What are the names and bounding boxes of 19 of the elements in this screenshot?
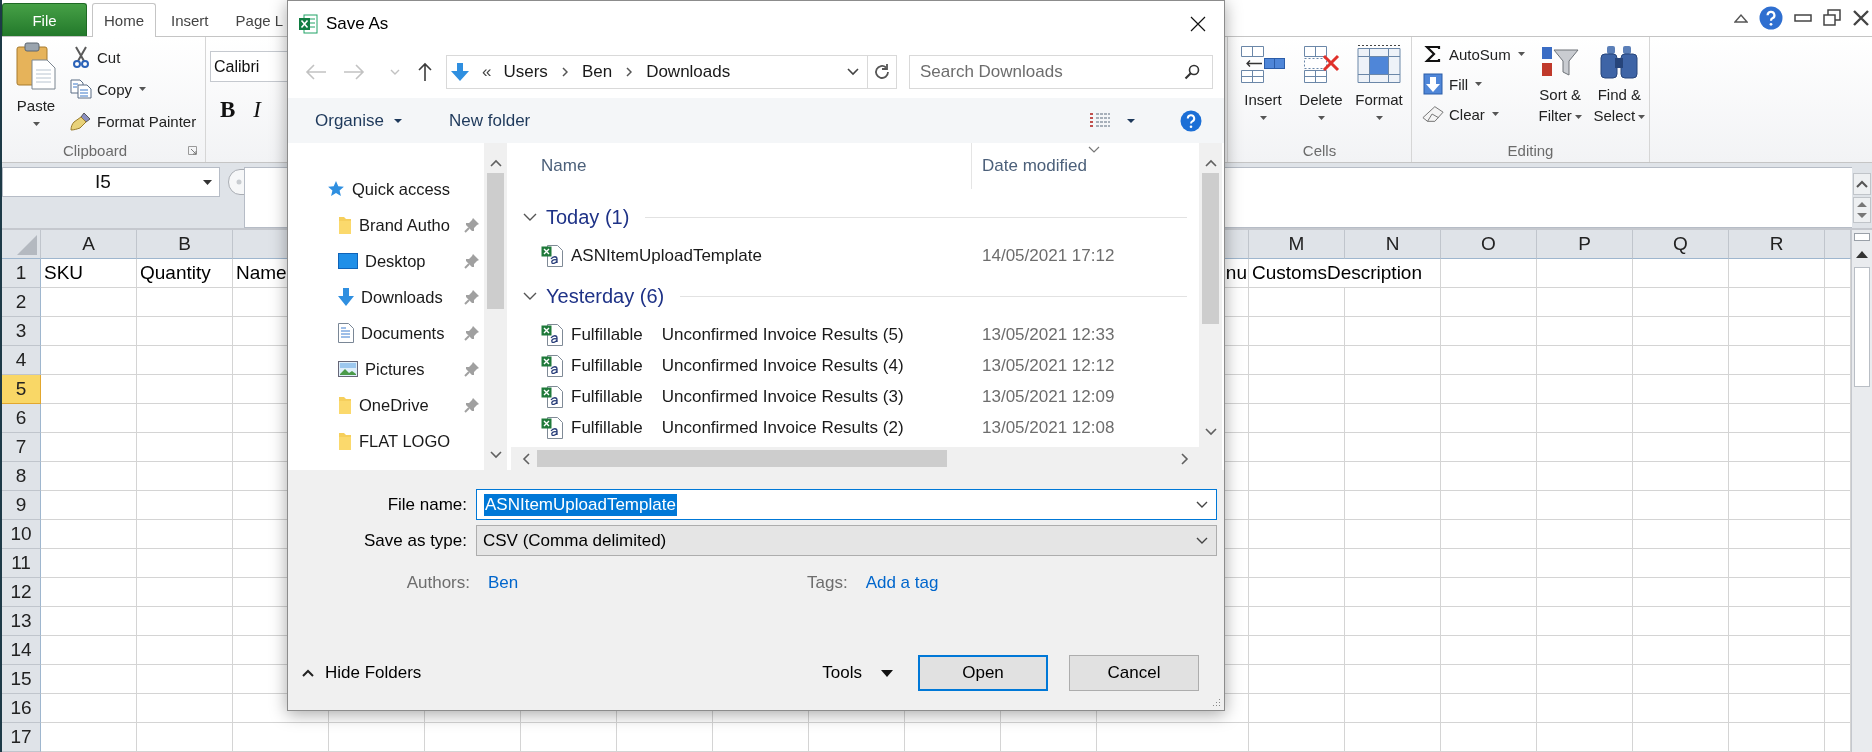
cell-text: SKU (43, 262, 84, 284)
file-date: 13/05/2021 12:12 (982, 355, 1115, 375)
field-label: Save as type: (363, 530, 467, 551)
field-label: Authors: (405, 572, 470, 593)
dialog-title: Save As (326, 13, 389, 34)
field-label: Tags: (807, 572, 848, 593)
group-label: Clipboard (62, 141, 128, 159)
cell-text: CustomsDescription (1251, 262, 1422, 284)
cell-text: nu (1225, 262, 1248, 284)
cell-text: Quantity (139, 262, 211, 284)
selected-text: ASNItemUploadTemplate (484, 493, 677, 516)
cell-text: Name (235, 262, 287, 284)
file-date: 13/05/2021 12:33 (982, 324, 1115, 344)
file-date: 14/05/2021 17:12 (982, 245, 1115, 265)
field-label: File name: (386, 494, 467, 515)
file-date: 13/05/2021 12:08 (982, 417, 1115, 437)
group-label: Cells (1302, 141, 1337, 159)
file-date: 13/05/2021 12:09 (982, 386, 1115, 406)
group-label: Editing (1507, 141, 1554, 159)
